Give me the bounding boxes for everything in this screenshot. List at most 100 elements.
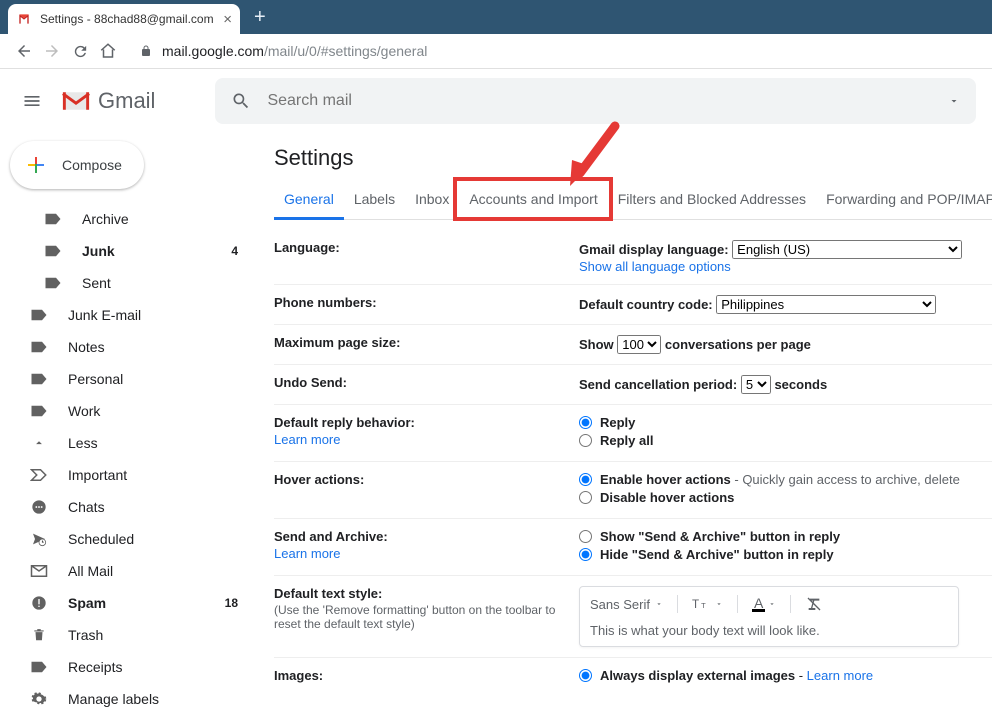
setting-row-phone: Phone numbers: Default country code: Phi… bbox=[274, 285, 992, 325]
sidebar-item-work[interactable]: Work bbox=[0, 395, 256, 427]
tab-labels[interactable]: Labels bbox=[344, 181, 405, 219]
setting-label: Maximum page size: bbox=[274, 335, 579, 354]
sidebar-item-label: Personal bbox=[68, 371, 238, 387]
setting-label: Send and Archive: bbox=[274, 529, 388, 544]
setting-row-text-style: Default text style: (Use the 'Remove for… bbox=[274, 576, 992, 658]
chevron-down-icon bbox=[715, 600, 723, 608]
tab-filters-and-blocked-addresses[interactable]: Filters and Blocked Addresses bbox=[608, 181, 816, 219]
sidebar-item-label: Work bbox=[68, 403, 238, 419]
sidebar-item-less[interactable]: Less bbox=[0, 427, 256, 459]
font-size-button[interactable]: TT bbox=[692, 597, 723, 611]
tab-forwarding-and-pop-imap[interactable]: Forwarding and POP/IMAP bbox=[816, 181, 992, 219]
setting-label: Default text style: bbox=[274, 586, 382, 601]
learn-more-link[interactable]: Learn more bbox=[274, 432, 579, 447]
sidebar-item-sent[interactable]: Sent bbox=[0, 267, 256, 299]
tab-inbox[interactable]: Inbox bbox=[405, 181, 459, 219]
gear-icon bbox=[28, 690, 50, 708]
remove-formatting-icon bbox=[805, 596, 823, 612]
sidebar-item-trash[interactable]: Trash bbox=[0, 619, 256, 651]
tab-general[interactable]: General bbox=[274, 181, 344, 220]
chevron-down-icon bbox=[655, 600, 663, 608]
url-text: mail.google.com/mail/u/0/#settings/gener… bbox=[162, 43, 427, 59]
language-select[interactable]: English (US) bbox=[732, 240, 962, 259]
chevron-down-icon bbox=[768, 600, 776, 608]
sidebar-item-archive[interactable]: Archive bbox=[0, 203, 256, 235]
show-all-languages-link[interactable]: Show all language options bbox=[579, 259, 731, 274]
learn-more-link[interactable]: Learn more bbox=[807, 668, 873, 683]
chat-icon bbox=[28, 498, 50, 516]
new-tab-button[interactable]: + bbox=[254, 6, 266, 29]
sidebar-item-junk-e-mail[interactable]: Junk E-mail bbox=[0, 299, 256, 331]
reply-all-option[interactable]: Reply all bbox=[579, 433, 992, 448]
sidebar-item-label: Junk bbox=[82, 243, 231, 259]
sidebar-item-chats[interactable]: Chats bbox=[0, 491, 256, 523]
always-display-images-option[interactable]: Always display external images - Learn m… bbox=[579, 668, 992, 683]
svg-text:T: T bbox=[692, 598, 699, 611]
browser-tab[interactable]: Settings - 88chad88@gmail.com × bbox=[8, 4, 240, 34]
value-label: Default country code: bbox=[579, 297, 713, 312]
sidebar-item-label: Notes bbox=[68, 339, 238, 355]
font-size-icon: TT bbox=[692, 597, 712, 611]
lock-icon bbox=[140, 44, 152, 58]
setting-label: Phone numbers: bbox=[274, 295, 579, 314]
address-bar[interactable]: mail.google.com/mail/u/0/#settings/gener… bbox=[132, 37, 982, 65]
home-button[interactable] bbox=[94, 37, 122, 65]
search-bar[interactable] bbox=[215, 78, 976, 124]
label-icon bbox=[42, 274, 64, 292]
reload-button[interactable] bbox=[66, 37, 94, 65]
main-menu-button[interactable] bbox=[16, 85, 48, 117]
text-style-preview-box: Sans Serif TT A This is what your body t… bbox=[579, 586, 959, 647]
compose-button[interactable]: Compose bbox=[10, 141, 144, 189]
sidebar-item-spam[interactable]: Spam18 bbox=[0, 587, 256, 619]
sidebar-item-label: Junk E-mail bbox=[68, 307, 238, 323]
sidebar-item-scheduled[interactable]: Scheduled bbox=[0, 523, 256, 555]
learn-more-link[interactable]: Learn more bbox=[274, 546, 579, 561]
sidebar: Compose ArchiveJunk4Sent Junk E-mail Notes… bbox=[0, 133, 256, 715]
sidebar-item-label: Receipts bbox=[68, 659, 238, 675]
sidebar-item-receipts[interactable]: Receipts bbox=[0, 651, 256, 683]
sidebar-item-junk[interactable]: Junk4 bbox=[0, 235, 256, 267]
sidebar-item-label: Trash bbox=[68, 627, 238, 643]
value-label: Gmail display language: bbox=[579, 242, 729, 257]
hide-send-archive-option[interactable]: Hide "Send & Archive" button in reply bbox=[579, 547, 992, 562]
undo-period-select[interactable]: 5 bbox=[741, 375, 771, 394]
sidebar-item-all-mail[interactable]: All Mail bbox=[0, 555, 256, 587]
reply-option[interactable]: Reply bbox=[579, 415, 992, 430]
font-family-button[interactable]: Sans Serif bbox=[590, 597, 663, 612]
sidebar-item-manage-labels[interactable]: Manage labels bbox=[0, 683, 256, 715]
setting-sublabel: (Use the 'Remove formatting' button on t… bbox=[274, 603, 579, 631]
browser-toolbar: mail.google.com/mail/u/0/#settings/gener… bbox=[0, 34, 992, 69]
setting-row-language: Language: Gmail display language: Englis… bbox=[274, 230, 992, 285]
tab-strip: Settings - 88chad88@gmail.com × + bbox=[0, 0, 992, 34]
forward-button[interactable] bbox=[38, 37, 66, 65]
remove-formatting-button[interactable] bbox=[805, 596, 823, 612]
page-size-select[interactable]: 100 bbox=[617, 335, 661, 354]
disable-hover-option[interactable]: Disable hover actions bbox=[579, 490, 992, 505]
enable-hover-option[interactable]: Enable hover actions - Quickly gain acce… bbox=[579, 472, 992, 487]
show-send-archive-option[interactable]: Show "Send & Archive" button in reply bbox=[579, 529, 992, 544]
important-icon bbox=[28, 466, 50, 484]
sidebar-item-personal[interactable]: Personal bbox=[0, 363, 256, 395]
gmail-logo-icon bbox=[60, 89, 92, 113]
setting-label: Default reply behavior: bbox=[274, 415, 415, 430]
country-code-select[interactable]: Philippines bbox=[716, 295, 936, 314]
setting-row-send-archive: Send and Archive: Learn more Show "Send … bbox=[274, 519, 992, 576]
back-button[interactable] bbox=[10, 37, 38, 65]
search-input[interactable] bbox=[267, 92, 948, 110]
plus-icon bbox=[24, 153, 48, 177]
app-header: Gmail bbox=[0, 69, 992, 133]
sidebar-item-notes[interactable]: Notes bbox=[0, 331, 256, 363]
setting-row-hover: Hover actions: Enable hover actions - Qu… bbox=[274, 462, 992, 519]
sidebar-item-important[interactable]: Important bbox=[0, 459, 256, 491]
close-icon[interactable]: × bbox=[223, 11, 232, 28]
gmail-logo[interactable]: Gmail bbox=[60, 88, 155, 114]
search-icon bbox=[231, 91, 251, 111]
tab-title: Settings - 88chad88@gmail.com bbox=[40, 12, 219, 26]
sidebar-item-label: Manage labels bbox=[68, 691, 238, 707]
compose-label: Compose bbox=[62, 157, 122, 173]
text-color-button[interactable]: A bbox=[752, 597, 776, 612]
tab-accounts-and-import[interactable]: Accounts and Import bbox=[459, 181, 607, 219]
trash-icon bbox=[28, 626, 50, 644]
search-options-button[interactable] bbox=[948, 95, 960, 107]
allmail-icon bbox=[28, 562, 50, 580]
